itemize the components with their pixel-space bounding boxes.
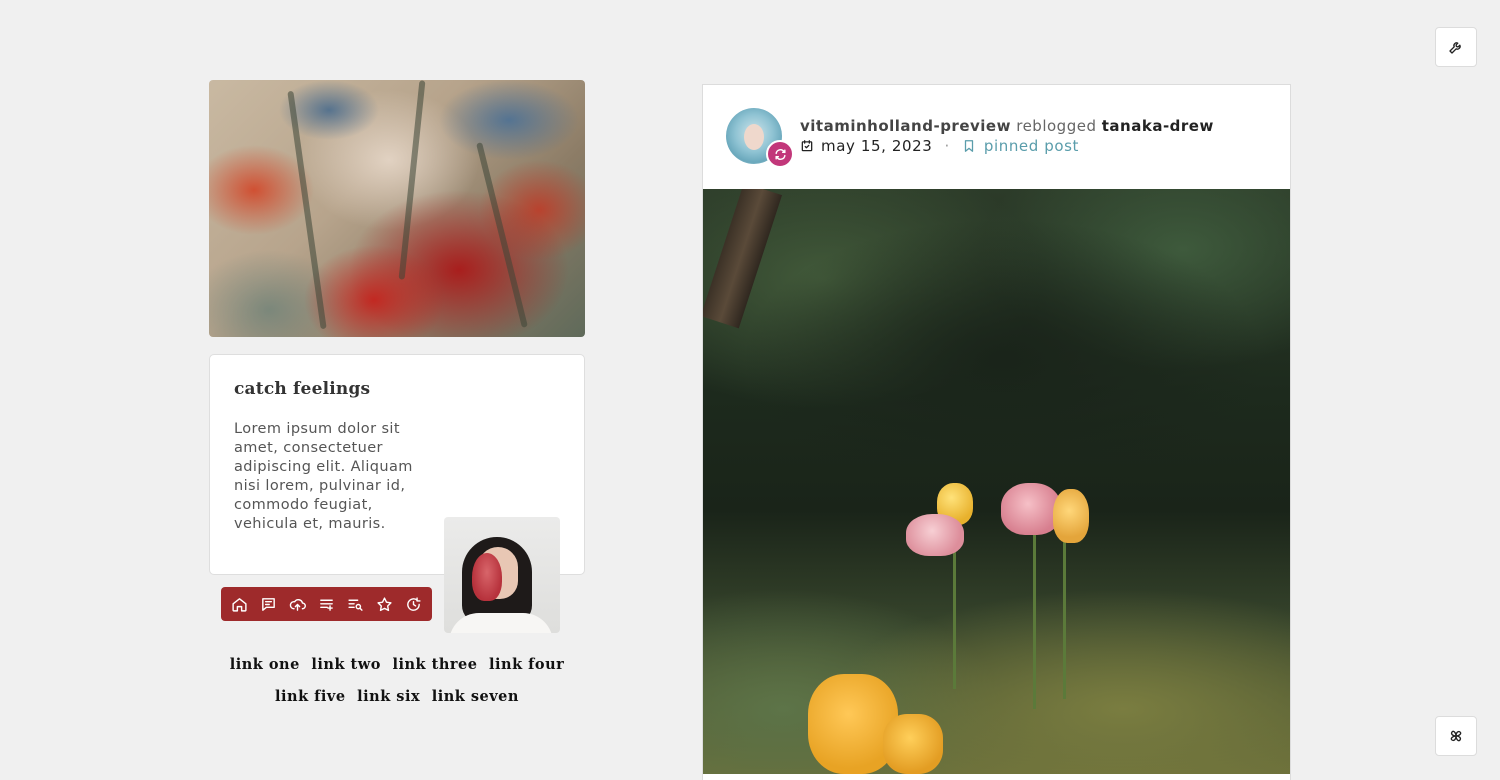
portrait-image: [444, 517, 560, 633]
customize-button[interactable]: [1435, 27, 1477, 67]
theme-info-button[interactable]: [1435, 716, 1477, 756]
upload-cloud-icon[interactable]: [289, 596, 306, 613]
link-one[interactable]: link one: [230, 656, 300, 673]
refresh-icon[interactable]: [405, 596, 422, 613]
pinwheel-icon: [1448, 728, 1464, 744]
username-link[interactable]: vitaminholland-preview: [800, 117, 1011, 135]
post-date[interactable]: may 15, 2023: [821, 137, 932, 155]
link-four[interactable]: link four: [489, 656, 564, 673]
link-six[interactable]: link six: [357, 688, 420, 705]
link-two[interactable]: link two: [311, 656, 381, 673]
link-seven[interactable]: link seven: [432, 688, 519, 705]
icon-nav-bar: [221, 587, 432, 621]
header-image: [209, 80, 585, 337]
post-meta: may 15, 2023 · pinned post: [800, 137, 1079, 155]
post-header: vitaminholland-preview reblogged tanaka-…: [800, 117, 1214, 135]
blog-title: catch feelings: [234, 379, 371, 399]
search-list-icon[interactable]: [347, 596, 364, 613]
wrench-icon: [1448, 39, 1464, 55]
star-icon[interactable]: [376, 596, 393, 613]
link-five[interactable]: link five: [275, 688, 346, 705]
post: vitaminholland-preview reblogged tanaka-…: [702, 84, 1291, 780]
home-icon[interactable]: [231, 596, 248, 613]
message-icon[interactable]: [260, 596, 277, 613]
link-three[interactable]: link three: [392, 656, 477, 673]
source-user-link[interactable]: tanaka-drew: [1102, 117, 1214, 135]
blog-description: Lorem ipsum dolor sit amet, consectetuer…: [234, 421, 413, 532]
list-add-icon[interactable]: [318, 596, 335, 613]
post-photo[interactable]: [703, 189, 1290, 774]
reblogged-label: reblogged: [1016, 117, 1097, 135]
pinned-post-label: pinned post: [983, 137, 1080, 155]
calendar-icon: [800, 139, 814, 153]
reblog-icon: [774, 148, 787, 161]
link-list: link one link two link three link four l…: [209, 649, 585, 713]
reblog-badge: [766, 140, 794, 168]
bookmark-icon: [962, 139, 976, 153]
meta-separator: ·: [944, 137, 950, 155]
